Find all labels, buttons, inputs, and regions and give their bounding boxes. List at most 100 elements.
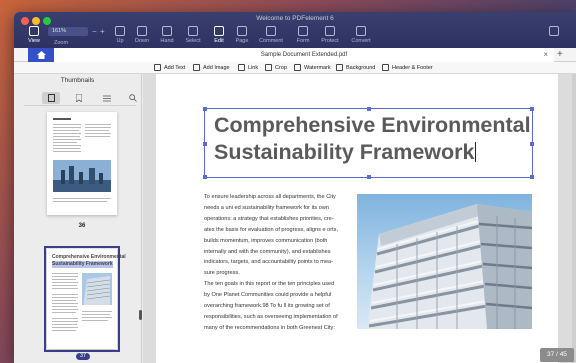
add-text-button[interactable]: Add Text (154, 64, 185, 71)
watermark-label: Watermark (304, 64, 331, 71)
view-label: View (28, 38, 40, 44)
title-bar: Welcome to PDFelement 6 View 161% Zoom −… (14, 12, 576, 48)
zoom-select[interactable]: 161% (48, 27, 88, 36)
close-tab-icon[interactable]: × (543, 48, 548, 62)
paragraph-1-line: indicators, targets, and accountability … (204, 259, 334, 266)
document-viewport: Comprehensive Environmental Sustainabili… (143, 74, 576, 363)
add-text-label: Add Text (164, 64, 186, 71)
edit-icon (214, 26, 224, 36)
sidebar-title: Thumbnails (60, 77, 95, 84)
resize-handle-left[interactable] (203, 142, 207, 146)
building-image (367, 204, 532, 329)
form-label: Form (296, 38, 310, 44)
watermark-button[interactable]: Watermark (294, 64, 331, 71)
page-label: Page (235, 38, 249, 44)
paragraph-1-line: builds momentum, improves communication … (204, 237, 328, 244)
tab-thumbnails[interactable] (42, 92, 60, 104)
text-icon (154, 64, 161, 71)
paragraph-1-line: ates the basis for evaluation of progres… (204, 226, 339, 233)
home-tab[interactable] (28, 48, 54, 62)
document-tab[interactable]: Sample Document Extended.pdf × (54, 48, 554, 62)
sidebar-scrollbar[interactable] (139, 310, 142, 320)
down-icon (137, 26, 147, 36)
form-icon (298, 26, 308, 36)
resize-handle-top-right[interactable] (530, 107, 534, 111)
add-image-button[interactable]: Add Image (193, 64, 230, 71)
thumbnail-page-37[interactable]: Comprehensive Environmental Sustainabili… (44, 246, 126, 352)
header-footer-icon (382, 64, 389, 71)
heading-line2: Sustainability Framework (214, 140, 475, 164)
protect-button[interactable]: Protect (316, 25, 344, 47)
add-image-label: Add Image (203, 64, 230, 71)
background-label: Background (346, 64, 376, 71)
tab-bookmarks[interactable] (70, 92, 88, 104)
tab-outline[interactable] (98, 92, 116, 104)
page-button[interactable]: Page (228, 25, 256, 47)
zoom-in-icon[interactable]: + (100, 27, 105, 36)
view-button[interactable]: View (20, 25, 48, 47)
form-button[interactable]: Form (289, 25, 317, 47)
image-icon (193, 64, 200, 71)
hand-button[interactable]: Hand (153, 25, 181, 47)
comment-button[interactable]: Comment (257, 25, 285, 47)
down-button[interactable]: Down (128, 25, 156, 47)
paragraph-2[interactable]: The ten goals in this report or the ten … (204, 279, 349, 334)
crop-icon (265, 64, 272, 71)
zoom-out-icon[interactable]: − (92, 27, 97, 36)
background-icon (336, 64, 343, 71)
paragraph-2-line: The ten goals in this report or the ten … (204, 281, 335, 287)
bookmark-icon (76, 94, 82, 102)
page-icon (47, 94, 55, 102)
paragraph-1-line: internally and with the community), and … (204, 248, 331, 255)
convert-icon (356, 26, 366, 36)
convert-button[interactable]: Convert (347, 25, 375, 47)
document-tab-label: Sample Document Extended.pdf (260, 52, 348, 58)
crop-button[interactable]: Crop (265, 64, 287, 71)
hand-icon (162, 26, 172, 36)
tab-search[interactable] (124, 92, 142, 104)
app-window: Welcome to PDFelement 6 View 161% Zoom −… (14, 12, 576, 363)
resize-handle-bottom-left[interactable] (203, 175, 207, 179)
search-icon (129, 94, 137, 102)
paragraph-1-line: sure progress. (204, 270, 240, 277)
heading-line1: Comprehensive Environmental (214, 113, 531, 137)
thumbnail-page-36[interactable] (47, 112, 117, 215)
panel-icon (549, 26, 559, 36)
paragraph-1[interactable]: To ensure leadership across all departme… (204, 192, 349, 279)
edit-toolbar: Add Text Add Image Link Crop Watermark B… (14, 62, 576, 74)
resize-handle-top-left[interactable] (203, 107, 207, 111)
header-footer-button[interactable]: Header & Footer (382, 64, 433, 71)
page-indicator: 37 / 45 (540, 348, 574, 362)
building-photo[interactable] (357, 194, 532, 329)
paragraph-1-line: To ensure leadership across all departme… (204, 194, 336, 200)
hand-label: Hand (160, 38, 174, 44)
page-number-36: 36 (78, 223, 86, 229)
document-page: Comprehensive Environmental Sustainabili… (156, 74, 558, 363)
lock-icon (325, 26, 335, 36)
paragraph-2-line: many of the recommendations in both Gree… (204, 324, 335, 331)
comment-label: Comment (259, 38, 283, 44)
up-icon (115, 26, 125, 36)
paragraph-2-line: by One Planet Communities could provide … (204, 291, 332, 298)
select-button[interactable]: Select (179, 25, 207, 47)
comment-icon (266, 26, 276, 36)
paragraph-2-line: overarching framework.98 To fu ll its gr… (204, 302, 330, 309)
paragraph-1-line: operations: a strategy that establishes … (204, 215, 334, 222)
resize-handle-bottom-right[interactable] (530, 175, 534, 179)
edit-label: Edit (214, 38, 224, 44)
panel-toggle-button[interactable] (540, 25, 568, 47)
page-number-37: 37 (76, 353, 90, 360)
page-37-preview (52, 273, 112, 331)
list-icon (103, 95, 111, 101)
tab-bar: Sample Document Extended.pdf × + (14, 48, 576, 62)
link-button[interactable]: Link (238, 64, 258, 71)
select-label: Select (185, 38, 201, 44)
resize-handle-top[interactable] (367, 107, 371, 111)
page-36-preview (53, 118, 111, 202)
window-title: Welcome to PDFelement 6 (256, 15, 334, 22)
new-tab-icon[interactable]: + (557, 48, 563, 61)
background-button[interactable]: Background (336, 64, 375, 71)
document-heading[interactable]: Comprehensive Environmental Sustainabili… (214, 112, 534, 166)
document-scrollbar[interactable] (572, 74, 576, 363)
resize-handle-bottom[interactable] (367, 175, 371, 179)
